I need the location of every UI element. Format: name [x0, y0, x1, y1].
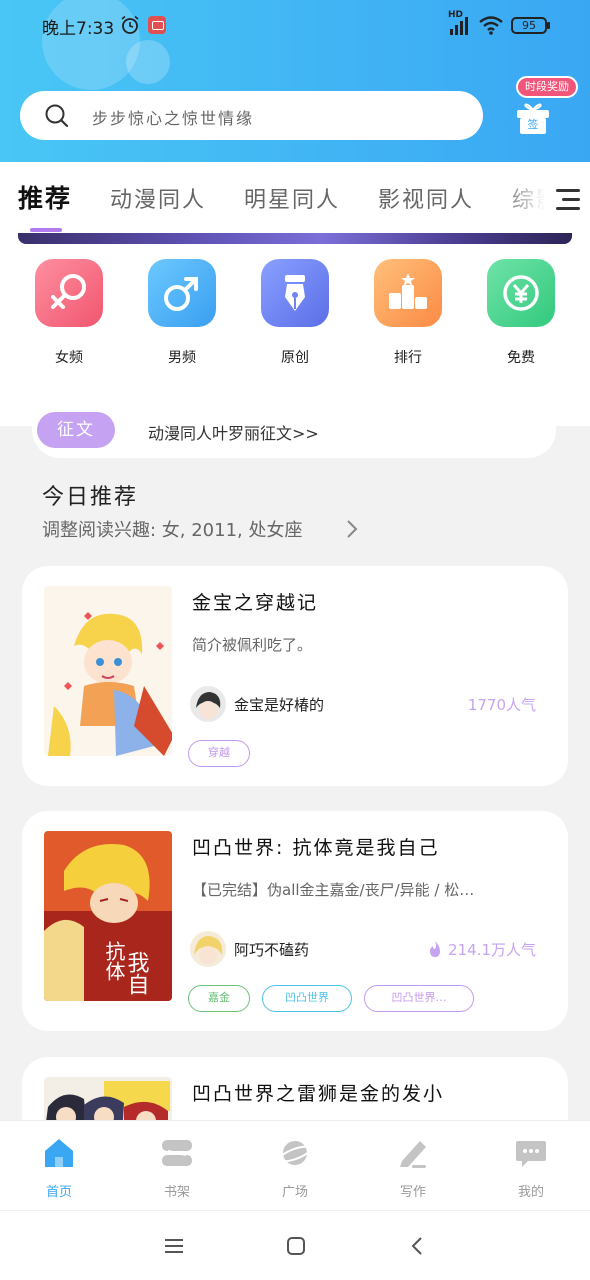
nav-write[interactable]: 写作 [378, 1137, 448, 1200]
nav-label: 书架 [163, 1185, 190, 1200]
category-female[interactable]: 女频 [34, 259, 104, 367]
category-label: 免费 [507, 350, 535, 366]
nav-label: 广场 [281, 1185, 308, 1200]
category-original[interactable]: 原创 [260, 259, 330, 367]
nav-label: 我的 [517, 1185, 544, 1200]
book-tag[interactable]: 凹凸世界… [364, 985, 474, 1012]
search-bar[interactable]: 步步惊心之惊世情缘 [20, 91, 483, 140]
home-icon [45, 1139, 73, 1167]
book-tag[interactable]: 穿越 [188, 740, 250, 767]
category-label: 原创 [281, 350, 309, 366]
category-label: 女频 [55, 350, 83, 366]
tab-film-fanfic[interactable]: 影视同人 [378, 182, 474, 214]
category-label: 男频 [168, 350, 196, 366]
tab-anime-fanfic[interactable]: 动漫同人 [110, 182, 206, 214]
back-icon[interactable] [406, 1235, 430, 1257]
app-notification-icon [148, 16, 166, 34]
svg-text:我自: 我自 [124, 951, 150, 995]
pen-nib-icon [261, 259, 329, 327]
recent-apps-icon[interactable] [162, 1235, 186, 1257]
popularity-value: 214.1万人气 [448, 941, 536, 959]
status-bar: 晚上7:33 HD 95 [0, 0, 590, 52]
planet-icon [278, 1141, 312, 1165]
category-label: 排行 [394, 350, 422, 366]
write-icon [400, 1141, 426, 1168]
chevron-right-icon[interactable] [345, 518, 359, 540]
avatar[interactable] [190, 686, 226, 722]
author-name[interactable]: 阿巧不磕药 [234, 939, 309, 960]
contest-badge: 征文 [37, 412, 115, 448]
male-icon [148, 259, 216, 327]
avatar[interactable] [190, 931, 226, 967]
contest-text: 动漫同人叶罗丽征文>> [148, 424, 319, 443]
book-tag[interactable]: 嘉金 [188, 985, 250, 1012]
book-cover[interactable]: 我自 抗体 [44, 831, 172, 1001]
yen-icon [487, 259, 555, 327]
nav-label: 写作 [399, 1185, 426, 1200]
status-time: 晚上7:33 [42, 19, 115, 39]
battery-indicator: 95 [511, 17, 550, 34]
fire-icon [430, 941, 441, 957]
section-title: 今日推荐 [42, 485, 139, 510]
book-description: 【已完结】伪all金主嘉金/丧尸/异能 / 松… [192, 881, 475, 899]
tab-celebrity-fanfic[interactable]: 明星同人 [244, 182, 340, 214]
system-nav-bar [0, 1210, 590, 1280]
book-tag[interactable]: 凹凸世界 [262, 985, 352, 1012]
wifi-icon [479, 16, 503, 35]
category-ranking[interactable]: 排行 [373, 259, 443, 367]
book-title[interactable]: 金宝之穿越记 [192, 588, 318, 615]
nav-label: 首页 [45, 1185, 72, 1200]
nav-square[interactable]: 广场 [260, 1137, 330, 1200]
svg-text:抗体: 抗体 [102, 941, 126, 981]
popularity-value: 1770人气 [467, 696, 536, 714]
active-tab-indicator [30, 228, 62, 232]
bottom-nav: 首页 书架 广场 写作 我的 [0, 1120, 590, 1210]
nav-bookshelf[interactable]: 书架 [142, 1137, 212, 1200]
nav-me[interactable]: 我的 [496, 1137, 566, 1200]
tab-menu-icon[interactable] [552, 186, 582, 214]
book-description: 简介被佩利吃了。 [192, 636, 313, 654]
popularity: 1770人气 [468, 694, 536, 715]
contest-notice[interactable]: 征文 动漫同人叶罗丽征文>> [32, 402, 556, 458]
tab-recommend[interactable]: 推荐 [18, 179, 72, 215]
nav-home[interactable]: 首页 [24, 1137, 94, 1200]
header: 晚上7:33 HD 95 步步惊心之惊世情缘 签 时段奖励 [0, 0, 590, 162]
popularity: 214.1万人气 [428, 939, 536, 960]
reading-preference-link[interactable]: 调整阅读兴趣: 女, 2011, 处女座 [42, 516, 302, 542]
search-placeholder: 步步惊心之惊世情缘 [92, 109, 255, 128]
search-icon [45, 104, 69, 128]
signal-icon [450, 17, 468, 35]
home-button-icon[interactable] [284, 1235, 308, 1257]
book-card[interactable]: 我自 抗体 凹凸世界: 抗体竟是我自己 【已完结】伪all金主嘉金/丧尸/异能 … [22, 811, 568, 1031]
bookshelf-icon [162, 1140, 192, 1166]
category-male[interactable]: 男频 [147, 259, 217, 367]
book-title[interactable]: 凹凸世界: 抗体竟是我自己 [192, 833, 439, 860]
book-cover[interactable] [44, 586, 172, 756]
book-card[interactable]: 金宝之穿越记 简介被佩利吃了。 金宝是好椿的 1770人气 穿越 [22, 566, 568, 786]
chat-icon [516, 1141, 546, 1167]
category-free[interactable]: 免费 [486, 259, 556, 367]
alarm-icon [121, 15, 139, 34]
reward-badge: 时段奖励 [516, 76, 578, 98]
banner-image[interactable] [18, 233, 572, 244]
checkin-label: 签 [527, 118, 539, 131]
podium-icon [374, 259, 442, 327]
book-title[interactable]: 凹凸世界之雷狮是金的发小 [192, 1079, 444, 1106]
checkin-button[interactable]: 签 时段奖励 [506, 74, 578, 144]
female-icon [35, 259, 103, 327]
author-name[interactable]: 金宝是好椿的 [234, 694, 324, 715]
